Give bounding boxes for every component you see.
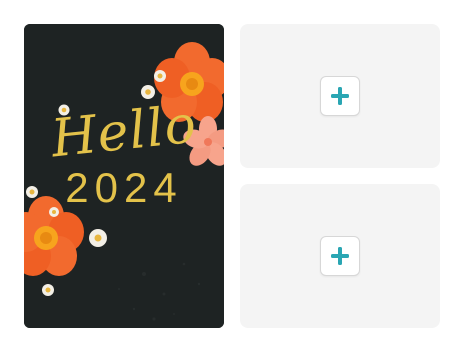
empty-page-slot[interactable] [240, 24, 440, 168]
add-page-button[interactable] [320, 76, 360, 116]
empty-page-slot[interactable] [240, 184, 440, 328]
plus-icon [329, 85, 351, 107]
design-thumbnail[interactable]: Hello 2024 [24, 24, 224, 328]
add-page-button[interactable] [320, 236, 360, 276]
year-text: 2024 [65, 164, 183, 211]
plus-icon [329, 245, 351, 267]
